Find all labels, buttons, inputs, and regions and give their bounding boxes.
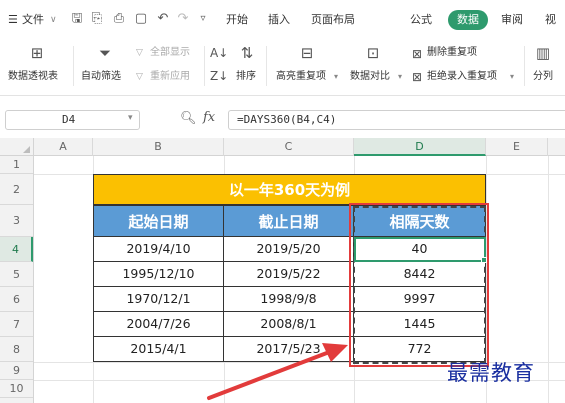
row-header-7[interactable]: 7 <box>0 312 33 337</box>
file-menu[interactable]: 文件 <box>22 11 44 29</box>
row-headers: 1 2 3 4 5 6 7 8 9 10 <box>0 156 34 403</box>
header-start-date[interactable]: 起始日期 <box>93 205 224 237</box>
tab-review[interactable]: 审阅 <box>501 11 523 29</box>
row-header-1[interactable]: 1 <box>0 156 33 174</box>
sort-ascending-icon[interactable]: A↓ <box>210 45 228 61</box>
funnel-small-icon: ▽ <box>136 48 143 58</box>
menu-bar: ☰ 文件 ∨ 🖫 ⎘ ⎙ ▢ ↶ ↷ ▿ 开始 插入 页面布局 公式 数据 审阅… <box>0 0 565 40</box>
gridline <box>548 156 549 403</box>
export-icon[interactable]: ⎘ <box>88 10 106 28</box>
table-cell[interactable]: 2015/4/1 <box>93 337 224 362</box>
watermark: 最需教育 <box>447 361 535 385</box>
fill-handle[interactable] <box>481 257 487 263</box>
row-header-10[interactable]: 10 <box>0 380 33 398</box>
chevron-down-icon[interactable]: ∨ <box>50 11 57 29</box>
select-all-corner[interactable] <box>0 138 34 156</box>
reject-duplicates-icon: ⊠ <box>411 70 423 84</box>
tab-view[interactable]: 视 <box>545 11 556 29</box>
sort-icon[interactable]: ⇅ <box>236 45 258 61</box>
tab-insert[interactable]: 插入 <box>268 11 290 29</box>
print-preview-icon[interactable]: ▢ <box>132 10 150 28</box>
table-cell[interactable]: 2019/5/20 <box>224 237 354 262</box>
row-header-4[interactable]: 4 <box>0 237 33 262</box>
column-header-e[interactable]: E <box>486 138 548 156</box>
undo-icon[interactable]: ↶ <box>154 10 172 28</box>
save-icon[interactable]: 🖫 <box>68 10 86 28</box>
print-icon[interactable]: ⎙ <box>110 10 128 28</box>
table-cell[interactable]: 2019/5/22 <box>224 262 354 287</box>
table-title[interactable]: 以一年360天为例 <box>93 174 486 205</box>
highlight-duplicates-icon[interactable]: ⊟ <box>296 45 318 61</box>
ribbon-divider <box>204 46 205 86</box>
name-box[interactable]: D4 <box>5 110 140 130</box>
autofilter-button[interactable]: 自动筛选 <box>81 70 121 84</box>
row-header-9[interactable]: 9 <box>0 362 33 380</box>
row-header-6[interactable]: 6 <box>0 287 33 312</box>
table-cell-selected[interactable]: 40 <box>354 237 486 262</box>
reapply-icon: ▽ <box>136 72 143 82</box>
hamburger-icon[interactable]: ☰ <box>8 11 18 29</box>
data-compare-icon[interactable]: ⊡ <box>362 45 384 61</box>
customize-icon[interactable]: ▿ <box>194 10 212 28</box>
zoom-icon[interactable]: 🔍︎ <box>180 111 197 126</box>
dropdown-icon[interactable]: ▾ <box>510 70 514 84</box>
show-all-button[interactable]: 全部显示 <box>150 46 190 60</box>
dropdown-icon[interactable]: ▾ <box>334 70 338 84</box>
tab-data[interactable]: 数据 <box>448 10 488 30</box>
column-header-d[interactable]: D <box>354 138 486 156</box>
split-columns-button[interactable]: 分列 <box>533 70 553 84</box>
funnel-icon[interactable]: ⏷ <box>94 45 116 61</box>
reject-duplicates-button[interactable]: 拒绝录入重复项 <box>427 70 497 84</box>
row-header-5[interactable]: 5 <box>0 262 33 287</box>
ribbon-divider <box>266 46 267 86</box>
row-header-3[interactable]: 3 <box>0 205 33 237</box>
chevron-down-icon[interactable]: ▾ <box>128 113 133 123</box>
column-headers: A B C D E <box>0 138 565 156</box>
ribbon-divider <box>524 46 525 86</box>
table-cell[interactable]: 1995/12/10 <box>93 262 224 287</box>
tab-formulas[interactable]: 公式 <box>410 11 432 29</box>
data-compare-button[interactable]: 数据对比 <box>350 70 390 84</box>
header-days-between[interactable]: 相隔天数 <box>354 205 486 237</box>
tab-page-layout[interactable]: 页面布局 <box>311 11 355 29</box>
formula-input[interactable]: =DAYS360(B4,C4) <box>228 110 565 130</box>
row-header-8[interactable]: 8 <box>0 337 33 362</box>
sort-button[interactable]: 排序 <box>236 70 256 84</box>
pivot-table-icon[interactable]: ⊞ <box>26 45 48 61</box>
remove-duplicates-button[interactable]: 删除重复项 <box>427 46 477 60</box>
table-cell[interactable]: 2004/7/26 <box>93 312 224 337</box>
formula-bar: D4 ▾ 🔍︎ fx =DAYS360(B4,C4) <box>0 108 565 132</box>
fx-icon[interactable]: fx <box>203 110 215 125</box>
pivot-table-button[interactable]: 数据透视表 <box>8 70 58 84</box>
ribbon-divider <box>73 46 74 86</box>
table-cell[interactable]: 1970/12/1 <box>93 287 224 312</box>
tab-home[interactable]: 开始 <box>226 11 248 29</box>
table-cell[interactable]: 8442 <box>354 262 486 287</box>
highlight-duplicates-button[interactable]: 高亮重复项 <box>276 70 326 84</box>
row-header-2[interactable]: 2 <box>0 174 33 205</box>
table-cell[interactable]: 2017/5/23 <box>224 337 354 362</box>
table-cell[interactable]: 2019/4/10 <box>93 237 224 262</box>
header-end-date[interactable]: 截止日期 <box>224 205 354 237</box>
table-cell[interactable]: 9997 <box>354 287 486 312</box>
table-cell[interactable]: 1998/9/8 <box>224 287 354 312</box>
column-header-a[interactable]: A <box>34 138 93 156</box>
table-cell[interactable]: 1445 <box>354 312 486 337</box>
reapply-button[interactable]: 重新应用 <box>150 70 190 84</box>
dropdown-icon[interactable]: ▾ <box>398 70 402 84</box>
split-columns-icon[interactable]: ▥ <box>532 45 554 61</box>
table-cell[interactable]: 2008/8/1 <box>224 312 354 337</box>
redo-icon[interactable]: ↷ <box>174 10 192 28</box>
column-header-b[interactable]: B <box>93 138 224 156</box>
column-header-c[interactable]: C <box>224 138 354 156</box>
ribbon: ⊞ 数据透视表 ⏷ 自动筛选 ▽ 全部显示 ▽ 重新应用 A↓ Z↓ ⇅ 排序 … <box>0 40 565 96</box>
sort-descending-icon[interactable]: Z↓ <box>210 68 228 84</box>
remove-duplicates-icon: ⊠ <box>411 47 423 61</box>
